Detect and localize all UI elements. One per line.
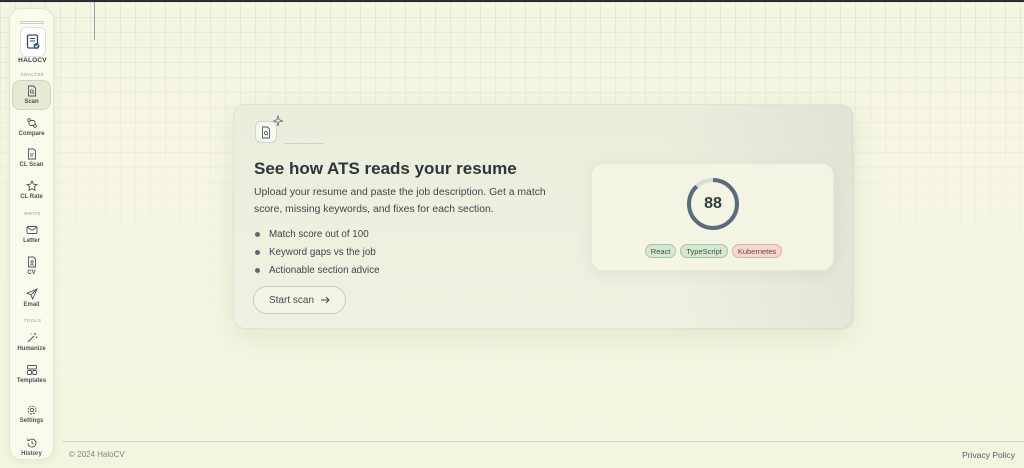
keyword-tag-matched: React — [644, 244, 677, 258]
sidebar-item-history[interactable]: History — [12, 432, 51, 462]
list-item: Match score out of 100 — [254, 225, 380, 243]
score-preview-panel: 88 React TypeScript Kubernetes — [591, 163, 834, 271]
logo-halo — [20, 21, 44, 24]
sidebar-item-label: Letter — [23, 238, 40, 244]
bullet-dot — [255, 267, 260, 273]
sidebar-item-label: Compare — [18, 131, 45, 137]
bullet-dot — [255, 231, 260, 237]
match-score: 88 — [704, 195, 722, 212]
history-icon — [26, 438, 36, 448]
start-scan-label: Start scan — [268, 294, 315, 306]
sidebar-item-label: Humanize — [17, 346, 46, 352]
sidebar-item-label: CL Scan — [19, 162, 44, 168]
list-item: Keyword gaps vs the job — [254, 243, 380, 261]
section-label-write: WRITE — [24, 211, 41, 216]
sidebar-item-label: CL Rate — [20, 194, 43, 200]
document-check-icon — [26, 34, 40, 49]
feature-text: Actionable section advice — [269, 264, 380, 276]
sidebar-item-label: Settings — [19, 418, 44, 424]
mail-icon — [26, 226, 37, 234]
sparkle-icon — [272, 115, 284, 127]
sidebar-item-label: CV — [27, 270, 36, 276]
file-user-icon — [27, 256, 36, 268]
icon-divider — [284, 143, 324, 144]
sidebar-item-templates[interactable]: Templates — [12, 359, 51, 389]
copyright: © 2024 HaloCV — [69, 450, 125, 459]
feature-text: Match score out of 100 — [269, 228, 369, 240]
sidebar-item-label: Scan — [24, 99, 39, 105]
keyword-tag-missing: Kubernetes — [731, 244, 783, 258]
git-compare-icon — [26, 118, 37, 128]
sidebar-item-letter[interactable]: Letter — [12, 219, 51, 249]
start-scan-button[interactable]: Start scan — [253, 286, 346, 314]
sidebar-item-label: Templates — [16, 378, 47, 384]
send-icon — [25, 288, 38, 300]
logo[interactable] — [20, 27, 46, 57]
sidebar-item-cv[interactable]: CV — [12, 251, 51, 281]
file-text-icon — [27, 148, 36, 160]
sidebar-item-label: History — [21, 451, 42, 457]
ats-scan-card: See how ATS reads your resume Upload you… — [233, 104, 854, 330]
file-search-icon — [27, 85, 36, 97]
page-title: See how ATS reads your resume — [254, 159, 517, 178]
sidebar-item-humanize[interactable]: Humanize — [12, 327, 51, 357]
brand-name: HALOCV — [18, 57, 47, 64]
sidebar-item-compare[interactable]: Compare — [12, 112, 51, 142]
keyword-tag-matched: TypeScript — [680, 244, 728, 258]
feature-list: Match score out of 100 Keyword gaps vs t… — [254, 225, 380, 279]
privacy-policy-link[interactable]: Privacy Policy — [962, 450, 1015, 460]
sidebar-item-settings[interactable]: Settings — [12, 399, 51, 429]
file-search-icon — [262, 126, 270, 138]
bullet-dot — [255, 249, 260, 255]
sidebar-item-email[interactable]: Email — [12, 283, 51, 313]
footer-divider — [62, 441, 1024, 442]
layout-icon — [26, 365, 37, 375]
sidebar-item-cl-scan[interactable]: CL Scan — [12, 143, 51, 173]
section-label-analyze: ANALYZE — [20, 72, 45, 77]
divider-line — [94, 2, 95, 40]
arrow-right-icon — [321, 296, 330, 304]
sidebar-item-cl-rate[interactable]: CL Rate — [12, 175, 51, 205]
sidebar-item-scan[interactable]: Scan — [12, 80, 51, 110]
sidebar: HALOCV ANALYZE Scan Compare CL Scan CL R… — [9, 8, 54, 460]
gear-icon — [27, 405, 36, 415]
feature-text: Keyword gaps vs the job — [269, 246, 376, 258]
sidebar-item-label: Email — [23, 302, 40, 308]
wand-icon — [27, 333, 37, 343]
keyword-tags: React TypeScript Kubernetes — [592, 244, 835, 258]
list-item: Actionable section advice — [254, 261, 380, 279]
card-description: Upload your resume and paste the job des… — [254, 187, 546, 215]
star-icon — [25, 180, 38, 192]
section-label-tools: TOOLS — [23, 318, 42, 323]
